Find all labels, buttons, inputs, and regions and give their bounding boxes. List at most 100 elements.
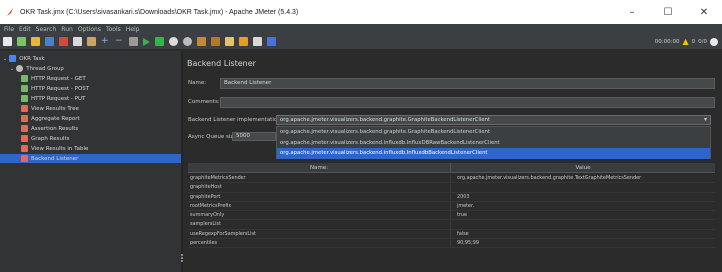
minimize-button[interactable]: –	[614, 0, 650, 24]
async-queue-label: Async Queue size	[188, 134, 237, 140]
param-value[interactable]: true	[451, 211, 715, 219]
toolbar: + − 00:00:00 ▲ 0 0/0	[0, 34, 722, 50]
start-no-pauses-icon[interactable]	[155, 37, 164, 46]
pipette-icon	[21, 95, 28, 102]
help-icon[interactable]	[267, 37, 276, 46]
table-row[interactable]: useRegexpForSamplersList false	[188, 229, 715, 240]
menu-options[interactable]: Options	[78, 26, 101, 33]
reset-search-icon[interactable]	[239, 37, 248, 46]
comments-field[interactable]	[220, 97, 715, 108]
close-button[interactable]: ✕	[686, 0, 722, 24]
tree-node-label: View Results Tree	[31, 105, 79, 112]
param-name[interactable]: useRegexpForSamplersList	[188, 229, 451, 239]
param-name[interactable]: samplersList	[188, 220, 451, 229]
collapse-icon[interactable]: −	[115, 37, 124, 46]
tree-node-http-put[interactable]: HTTP Request - PUT	[21, 94, 85, 103]
remote-globe-icon[interactable]	[710, 37, 718, 46]
maximize-button[interactable]: ☐	[650, 0, 686, 24]
expand-icon[interactable]: +	[101, 37, 110, 46]
param-name[interactable]: summaryOnly	[188, 211, 451, 220]
table-row[interactable]: graphiteHost	[188, 183, 715, 193]
tree-node-aggregate-report[interactable]: Aggregate Report	[21, 114, 80, 123]
tree-node-label: Backend Listener	[31, 155, 79, 162]
save-icon[interactable]	[45, 37, 54, 46]
menu-help[interactable]: Help	[126, 26, 140, 33]
pipette-icon	[21, 85, 28, 92]
dropdown-option-highlighted[interactable]: org.apache.jmeter.visualizers.backend.in…	[277, 148, 710, 159]
column-header-name[interactable]: Name:	[188, 163, 451, 172]
cut-icon[interactable]	[59, 37, 68, 46]
implementation-select[interactable]: org.apache.jmeter.visualizers.backend.gr…	[276, 115, 711, 125]
table-row[interactable]: graphiteMetricsSender org.apache.jmeter.v…	[188, 174, 715, 184]
menu-file[interactable]: File	[4, 26, 14, 33]
dropdown-option[interactable]: org.apache.jmeter.visualizers.backend.in…	[277, 138, 710, 149]
param-value[interactable]	[451, 183, 715, 191]
paste-icon[interactable]	[87, 37, 96, 46]
param-value[interactable]: jmeter.	[451, 202, 715, 210]
test-plan-tree: ⌄ OKR Task ⌄ Thread Group HTTP Request -…	[0, 51, 181, 272]
param-value[interactable]: org.apache.jmeter.visualizers.backend.gr…	[451, 174, 715, 182]
open-icon[interactable]	[31, 37, 40, 46]
param-value[interactable]: 2003	[451, 193, 715, 201]
param-name[interactable]: graphiteHost	[188, 183, 451, 192]
table-row[interactable]: rootMetricsPrefix jmeter.	[188, 201, 715, 212]
tree-node-thread-group[interactable]: ⌄ Thread Group	[10, 64, 64, 73]
stop-icon[interactable]	[169, 37, 178, 46]
chevron-down-icon[interactable]: ⌄	[10, 66, 14, 72]
name-field[interactable]: Backend Listener	[220, 78, 715, 89]
tree-node-label: Aggregate Report	[31, 115, 80, 122]
listener-icon	[21, 135, 28, 142]
test-plan-icon	[9, 55, 17, 62]
elapsed-timer: 00:00:00	[654, 38, 680, 45]
dropdown-option[interactable]: org.apache.jmeter.visualizers.backend.gr…	[277, 127, 710, 138]
chevron-down-icon[interactable]: ▾	[704, 116, 707, 124]
chevron-down-icon[interactable]: ⌄	[3, 56, 7, 62]
warning-icon[interactable]: ▲	[682, 37, 688, 46]
search-icon[interactable]	[225, 37, 234, 46]
function-helper-icon[interactable]	[253, 37, 262, 46]
table-row[interactable]: samplersList	[188, 220, 715, 230]
tree-node-http-get[interactable]: HTTP Request - GET	[21, 74, 86, 83]
tree-node-root[interactable]: ⌄ OKR Task	[3, 54, 45, 63]
menu-edit[interactable]: Edit	[19, 26, 31, 33]
tree-node-backend-listener[interactable]: Backend Listener	[0, 154, 181, 163]
tree-node-http-post[interactable]: HTTP Request - POST	[21, 84, 89, 93]
param-value[interactable]	[451, 220, 715, 228]
param-value[interactable]: 90;95;99	[451, 239, 715, 247]
menu-run[interactable]: Run	[61, 26, 73, 33]
param-name[interactable]: graphitePort	[188, 192, 451, 201]
tree-node-view-results-tree[interactable]: View Results Tree	[21, 104, 79, 113]
param-name[interactable]: rootMetricsPrefix	[188, 201, 451, 211]
new-icon[interactable]	[3, 37, 12, 46]
column-header-value[interactable]: Value	[451, 163, 715, 172]
menu-tools[interactable]: Tools	[106, 26, 121, 33]
pipette-icon	[21, 75, 28, 82]
templates-icon[interactable]	[17, 37, 26, 46]
clear-icon[interactable]	[197, 37, 206, 46]
start-icon[interactable]	[143, 37, 150, 46]
tree-node-graph-results[interactable]: Graph Results	[21, 134, 69, 143]
parameters-table-header: Name: Value	[188, 163, 715, 173]
tree-node-view-results-table[interactable]: View Results in Table	[21, 144, 88, 153]
listener-icon	[21, 145, 28, 152]
tree-node-label: HTTP Request - PUT	[31, 95, 86, 102]
async-queue-field[interactable]: 5000	[232, 132, 276, 141]
param-name[interactable]: percentiles	[188, 239, 451, 248]
window-title: OKR Task.jmx (C:\Users\sivasankari.s\Dow…	[20, 8, 299, 16]
panel-title: Backend Listener	[187, 59, 256, 68]
param-name[interactable]: graphiteMetricsSender	[188, 174, 451, 183]
clear-all-icon[interactable]	[211, 37, 220, 46]
menu-search[interactable]: Search	[36, 26, 57, 33]
warning-count: 0	[691, 38, 696, 45]
copy-icon[interactable]	[73, 37, 82, 46]
tree-node-assertion-results[interactable]: Assertion Results	[21, 124, 78, 133]
parameters-table-body: graphiteMetricsSender org.apache.jmeter.v…	[188, 174, 715, 249]
table-row[interactable]: graphitePort 2003	[188, 192, 715, 202]
toggle-icon[interactable]	[129, 37, 138, 46]
tree-node-label: Graph Results	[31, 135, 70, 142]
table-row[interactable]: percentiles 90;95;99	[188, 239, 715, 249]
shutdown-icon[interactable]	[183, 37, 192, 46]
param-value[interactable]: false	[451, 230, 715, 238]
table-row[interactable]: summaryOnly true	[188, 211, 715, 221]
jmeter-feather-icon	[7, 8, 13, 16]
